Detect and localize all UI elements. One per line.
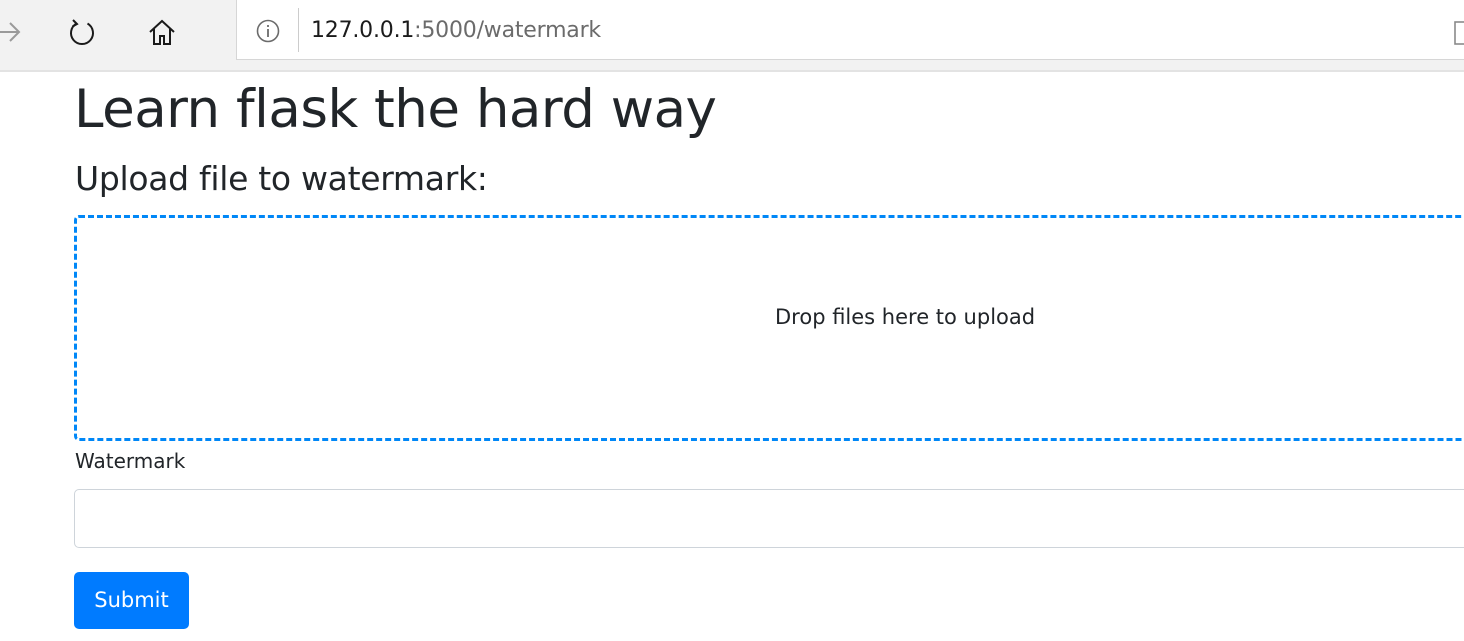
upload-heading: Upload file to watermark:	[75, 159, 488, 198]
toolbar-border	[0, 70, 1464, 72]
info-icon[interactable]	[256, 19, 280, 43]
url-text[interactable]: 127.0.0.1:5000/watermark	[311, 17, 601, 45]
home-icon	[149, 19, 175, 45]
address-bar[interactable]: 127.0.0.1:5000/watermark	[236, 0, 1464, 60]
address-divider	[298, 8, 299, 52]
page-title: Learn flask the hard way	[74, 79, 717, 140]
refresh-icon	[70, 19, 94, 45]
navigation-buttons	[0, 0, 236, 71]
refresh-button[interactable]	[62, 10, 102, 54]
url-path: :5000/watermark	[414, 18, 601, 43]
arrow-right-icon	[0, 22, 21, 42]
dropzone-message: Drop files here to upload	[775, 305, 1036, 329]
file-dropzone[interactable]	[74, 215, 1464, 441]
watermark-label: Watermark	[75, 449, 186, 473]
url-host: 127.0.0.1	[311, 18, 415, 43]
home-button[interactable]	[142, 10, 182, 54]
browser-toolbar: 127.0.0.1:5000/watermark	[0, 0, 1464, 72]
forward-button[interactable]	[0, 10, 28, 54]
watermark-input[interactable]	[74, 489, 1464, 548]
submit-button[interactable]: Submit	[74, 572, 189, 629]
reading-view-icon[interactable]	[1454, 20, 1464, 46]
